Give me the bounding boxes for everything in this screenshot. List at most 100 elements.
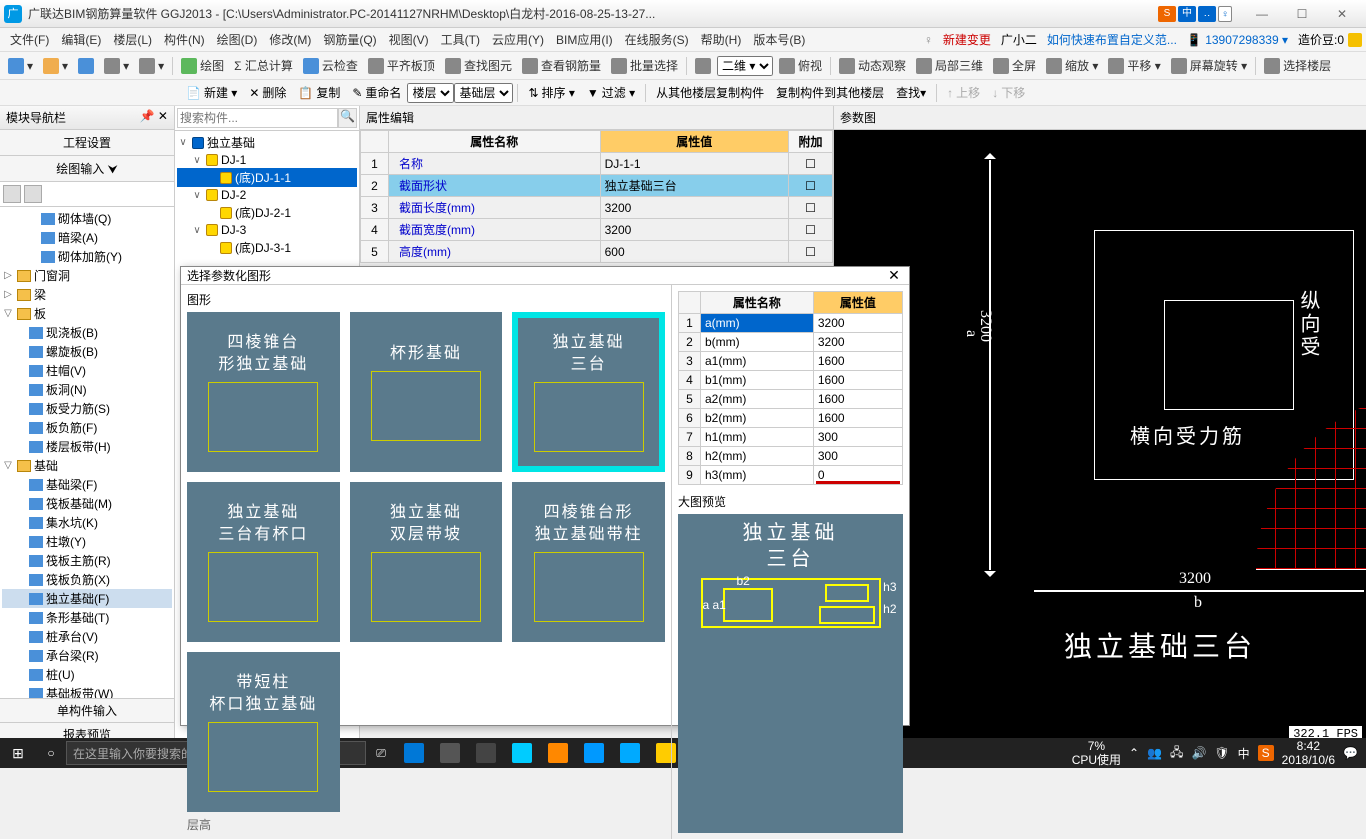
shape-card[interactable]: 杯形基础: [350, 312, 503, 472]
maximize-button[interactable]: ☐: [1282, 3, 1322, 25]
component-tree-node[interactable]: ∨DJ-2: [177, 187, 357, 203]
tray-ime[interactable]: 中: [1238, 745, 1250, 762]
cortana-button[interactable]: ○: [36, 746, 66, 760]
nav-tree-node[interactable]: 砌体加筋(Y): [2, 247, 172, 266]
select-floor-button[interactable]: 选择楼层: [1260, 55, 1335, 76]
fullscreen-button[interactable]: 全屏: [989, 55, 1040, 76]
nav-tree-node[interactable]: 独立基础(F): [2, 589, 172, 608]
menu-item[interactable]: 文件(F): [4, 29, 55, 50]
cpu-usage[interactable]: 7%CPU使用: [1072, 739, 1121, 768]
nav-pin-icon[interactable]: 📌 ✕: [140, 109, 168, 126]
menu-item[interactable]: 在线服务(S): [619, 29, 695, 50]
new-file-button[interactable]: ▾: [4, 56, 37, 76]
menu-item[interactable]: 构件(N): [158, 29, 211, 50]
copy-to-button[interactable]: 复制构件到其他楼层: [770, 82, 890, 103]
tray-volume-icon[interactable]: 🔊: [1191, 746, 1206, 760]
nav-tree-node[interactable]: 桩(U): [2, 665, 172, 684]
nav-tree-node[interactable]: 柱墩(Y): [2, 532, 172, 551]
sum-button[interactable]: Σ 汇总计算: [230, 55, 297, 76]
minimize-button[interactable]: —: [1242, 3, 1282, 25]
help-tip-link[interactable]: 如何快速布置自定义范...: [1047, 31, 1177, 48]
fushi-button[interactable]: 俯视: [775, 55, 826, 76]
find-button[interactable]: 查找图元: [441, 55, 516, 76]
find-more-button[interactable]: 查找▾: [890, 82, 932, 103]
shape-card[interactable]: 带短柱 杯口独立基础: [187, 652, 340, 812]
nav-tree-node[interactable]: 条形基础(T): [2, 608, 172, 627]
tb-new-button[interactable]: 📄 新建 ▾: [180, 82, 243, 103]
nav-tree-node[interactable]: 现浇板(B): [2, 323, 172, 342]
param-row[interactable]: 5a2(mm)1600: [679, 390, 903, 409]
nav-icon-row[interactable]: [0, 182, 174, 207]
dyn-view-button[interactable]: 动态观察: [835, 55, 910, 76]
nav-tree-node[interactable]: 桩承台(V): [2, 627, 172, 646]
nav-tree-node[interactable]: 基础板带(W): [2, 684, 172, 698]
nav-tree-node[interactable]: 板负筋(F): [2, 418, 172, 437]
menu-item[interactable]: 版本号(B): [747, 29, 811, 50]
param-row[interactable]: 3a1(mm)1600: [679, 352, 903, 371]
nav-tree-node[interactable]: ▽基础: [2, 456, 172, 475]
nav-tree-node[interactable]: ▷梁: [2, 285, 172, 304]
undo-button[interactable]: ▾: [100, 56, 133, 76]
tb-rename-button[interactable]: ✎ 重命名: [346, 82, 407, 103]
nav-footer-single[interactable]: 单构件输入: [0, 698, 174, 722]
nav-tree-node[interactable]: 筏板主筋(R): [2, 551, 172, 570]
user-label[interactable]: 广小二: [1001, 31, 1037, 48]
copy-from-button[interactable]: 从其他楼层复制构件: [650, 82, 770, 103]
sort-button[interactable]: ⇅ 排序 ▾: [522, 82, 580, 103]
shape-card[interactable]: 独立基础 三台有杯口: [187, 482, 340, 642]
menu-item[interactable]: 编辑(E): [55, 29, 107, 50]
shape-card[interactable]: 独立基础 双层带坡: [350, 482, 503, 642]
menu-item[interactable]: 工具(T): [435, 29, 486, 50]
param-row[interactable]: 2b(mm)3200: [679, 333, 903, 352]
tray-clock[interactable]: 8:422018/10/6: [1282, 739, 1335, 768]
search-button[interactable]: 🔍: [338, 108, 357, 128]
open-button[interactable]: ▾: [39, 56, 72, 76]
param-row[interactable]: 1a(mm)3200: [679, 314, 903, 333]
nav-tree-node[interactable]: 板洞(N): [2, 380, 172, 399]
search-input[interactable]: [177, 108, 338, 128]
property-row[interactable]: 4截面宽度(mm)3200☐: [361, 219, 833, 241]
menu-item[interactable]: 帮助(H): [695, 29, 748, 50]
tray-shield-icon[interactable]: 🛡: [1214, 746, 1229, 760]
nav-tree-node[interactable]: 承台梁(R): [2, 646, 172, 665]
dim-select[interactable]: 二维 ▾: [717, 56, 773, 76]
property-row[interactable]: 1名称DJ-1-1☐: [361, 153, 833, 175]
nav-tree-node[interactable]: ▽板: [2, 304, 172, 323]
view-rebar-button[interactable]: 查看钢筋量: [518, 55, 605, 76]
component-tree[interactable]: ∨独立基础∨DJ-1(底)DJ-1-1∨DJ-2(底)DJ-2-1∨DJ-3(底…: [175, 131, 359, 259]
batch-button[interactable]: 批量选择: [607, 55, 682, 76]
new-change-link[interactable]: 新建变更: [943, 31, 991, 48]
component-tree-node[interactable]: (底)DJ-3-1: [177, 238, 357, 257]
param-row[interactable]: 6b2(mm)1600: [679, 409, 903, 428]
param-row[interactable]: 8h2(mm)300: [679, 447, 903, 466]
menu-item[interactable]: 绘图(D): [211, 29, 264, 50]
save-button[interactable]: [74, 56, 98, 76]
component-tree-node[interactable]: (底)DJ-1-1: [177, 168, 357, 187]
rotate-button[interactable]: 屏幕旋转 ▾: [1167, 55, 1251, 76]
tray-sougou-icon[interactable]: S: [1258, 745, 1274, 761]
nav-tree-node[interactable]: 螺旋板(B): [2, 342, 172, 361]
nav-tree-node[interactable]: 板受力筋(S): [2, 399, 172, 418]
tb-delete-button[interactable]: ✕ 删除: [243, 82, 292, 103]
nav-tree-node[interactable]: ▷门窗洞: [2, 266, 172, 285]
param-row[interactable]: 4b1(mm)1600: [679, 371, 903, 390]
filter-button[interactable]: ▼ 过滤 ▾: [581, 82, 641, 103]
dialog-close-button[interactable]: ✕: [885, 267, 903, 284]
param-table[interactable]: 属性名称属性值 1a(mm)32002b(mm)32003a1(mm)16004…: [678, 291, 903, 485]
nav-tree-node[interactable]: 柱帽(V): [2, 361, 172, 380]
nav-tree-node[interactable]: 暗梁(A): [2, 228, 172, 247]
shape-card[interactable]: 四棱锥台 形独立基础: [187, 312, 340, 472]
menu-item[interactable]: 视图(V): [383, 29, 435, 50]
tray-network-icon[interactable]: 🖧: [1170, 743, 1183, 764]
tray-people-icon[interactable]: 👥: [1147, 746, 1162, 760]
menu-item[interactable]: BIM应用(I): [550, 29, 619, 50]
tb-copy-button[interactable]: 📋 复制: [292, 82, 346, 103]
property-row[interactable]: 3截面长度(mm)3200☐: [361, 197, 833, 219]
component-tree-node[interactable]: ∨DJ-3: [177, 222, 357, 238]
param-row[interactable]: 7h1(mm)300: [679, 428, 903, 447]
nav-tree-node[interactable]: 筏板负筋(X): [2, 570, 172, 589]
redo-button[interactable]: ▾: [135, 56, 168, 76]
nav-tree-node[interactable]: 集水坑(K): [2, 513, 172, 532]
draw-button[interactable]: 绘图: [177, 55, 228, 76]
ime-toolbar[interactable]: S中‥ ♀: [1158, 6, 1232, 22]
